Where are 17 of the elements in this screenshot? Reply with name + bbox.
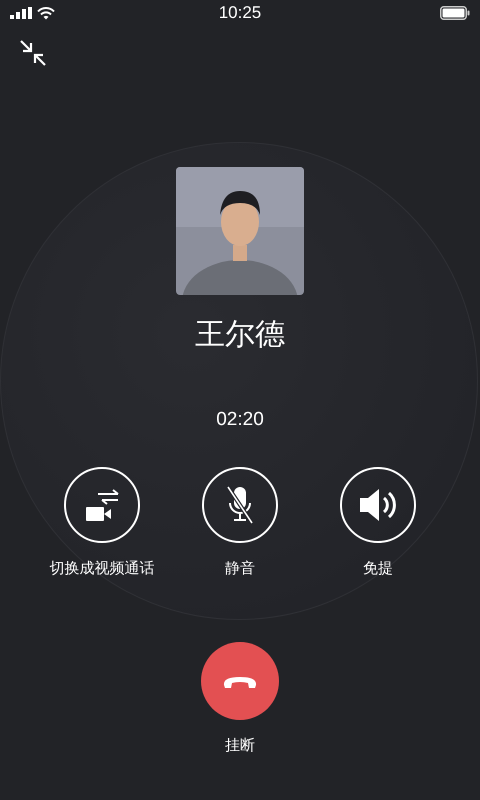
wifi-icon <box>37 6 55 20</box>
battery-icon <box>440 6 470 20</box>
hang-up-label: 挂断 <box>225 736 255 755</box>
status-time: 10:25 <box>218 3 262 23</box>
action-label: 免提 <box>363 559 393 578</box>
speaker-button[interactable] <box>340 467 416 543</box>
contact-name: 王尔德 <box>195 317 285 353</box>
speaker-icon <box>358 487 398 523</box>
action-label: 切换成视频通话 <box>50 559 154 578</box>
action-label: 静音 <box>225 559 255 578</box>
minimize-button[interactable] <box>19 39 47 67</box>
call-duration: 02:20 <box>216 409 264 431</box>
mute-button[interactable] <box>202 467 278 543</box>
signal-icon <box>10 7 32 19</box>
video-button[interactable] <box>64 467 140 543</box>
muted-microphone-icon <box>225 485 255 525</box>
minimize-icon <box>19 39 47 67</box>
